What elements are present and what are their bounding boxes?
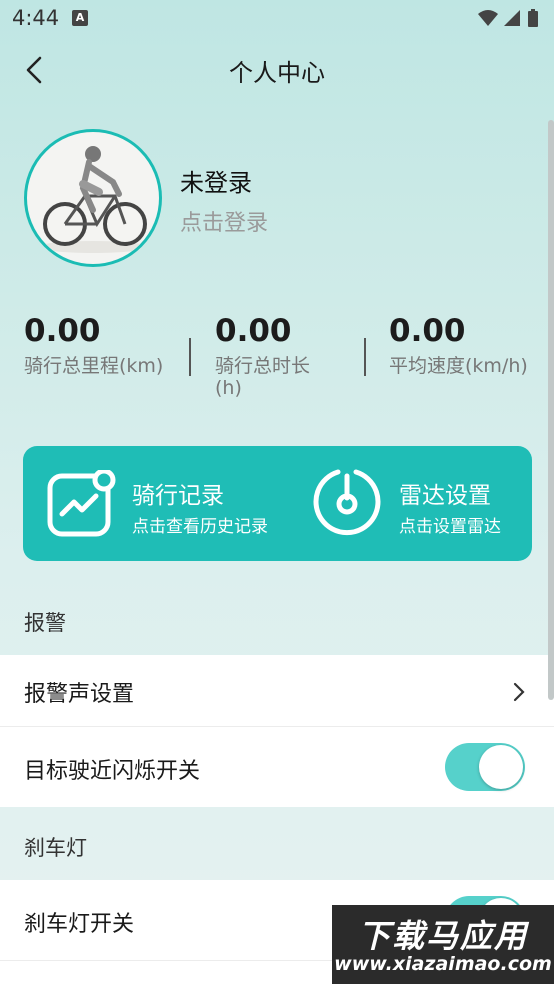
ride-record-subtitle[interactable]: 点击查看历史记录 <box>132 512 268 537</box>
target-flash-label: 目标驶近闪烁开关 <box>24 759 201 784</box>
signal-icon <box>504 10 520 26</box>
gauge-icon <box>313 469 381 536</box>
alarm-sound-row[interactable]: 报警声设置 <box>0 655 554 727</box>
avatar[interactable] <box>24 129 162 267</box>
target-flash-toggle[interactable] <box>445 743 525 791</box>
avg-speed-label: 平均速度(km/h) <box>389 355 528 377</box>
target-flash-row: 目标驶近闪烁开关 <box>0 727 554 807</box>
status-icons <box>476 8 544 34</box>
section-header-alarm: 报警 <box>24 611 66 635</box>
avg-speed-value: 0.00 <box>389 313 466 349</box>
battery-icon <box>528 9 538 27</box>
wifi-icon <box>478 10 498 26</box>
status-time: 4:44 <box>12 6 60 30</box>
ride-record-button[interactable] <box>46 468 116 544</box>
scrollbar[interactable] <box>548 120 554 700</box>
total-time-value: 0.00 <box>215 313 292 349</box>
status-bar: 4:44 A <box>0 0 554 38</box>
watermark-url: www.xiazaimao.com <box>334 953 552 975</box>
total-distance-value: 0.00 <box>24 313 101 349</box>
radar-settings-subtitle[interactable]: 点击设置雷达 <box>399 512 501 537</box>
chevron-right-icon <box>513 682 525 702</box>
page-title: 个人中心 <box>229 59 325 87</box>
radar-settings-button[interactable] <box>312 466 384 542</box>
radar-settings-title[interactable]: 雷达设置 <box>399 476 491 510</box>
stat-divider <box>189 338 191 376</box>
ride-record-title[interactable]: 骑行记录 <box>132 476 224 510</box>
watermark-title: 下载马应用 <box>357 917 528 955</box>
total-distance-label: 骑行总里程(km) <box>24 355 164 377</box>
user-name: 未登录 <box>180 169 252 197</box>
cyclist-avatar-icon <box>38 146 148 253</box>
notification-app-icon: A <box>72 10 88 26</box>
toggle-knob <box>479 745 523 789</box>
login-link[interactable]: 点击登录 <box>180 205 268 237</box>
total-time-label: 骑行总时长(h) <box>215 355 311 399</box>
alarm-sound-label: 报警声设置 <box>24 682 135 707</box>
watermark-logo: 下载马应用 www.xiazaimao.com <box>332 905 554 984</box>
brake-light-label: 刹车灯开关 <box>24 912 135 937</box>
section-header-brake-light: 刹车灯 <box>24 836 87 860</box>
chart-icon <box>47 468 116 537</box>
stat-divider <box>364 338 366 376</box>
